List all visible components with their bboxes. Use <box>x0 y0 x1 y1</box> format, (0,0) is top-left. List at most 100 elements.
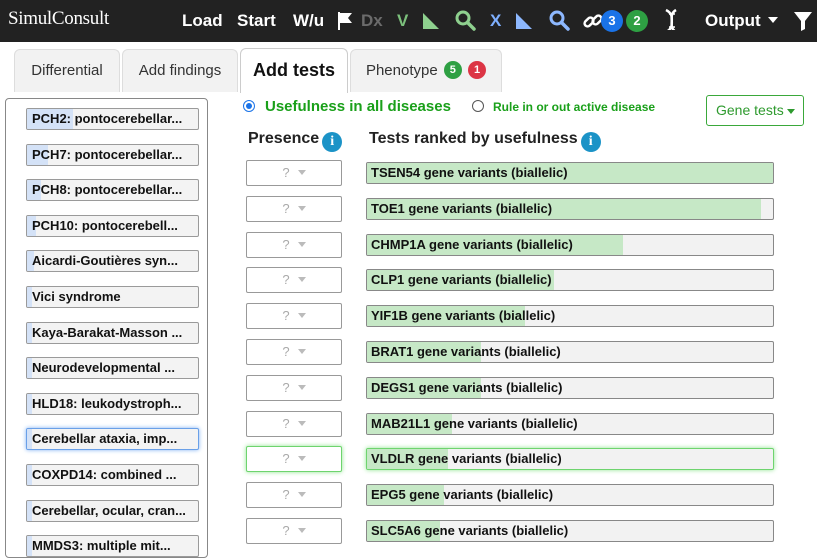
info-icon[interactable]: i <box>322 132 343 152</box>
test-label: EPG5 gene variants (biallelic) <box>371 487 554 503</box>
diagnosis-label: COXPD14: combined ... <box>32 467 177 482</box>
diagnosis-item[interactable]: Vici syndrome <box>26 286 199 308</box>
phenotype-badge-green: 5 <box>443 61 462 79</box>
diagnosis-label: MMDS3: multiple mit... <box>32 538 171 554</box>
usefulness-all-radio[interactable] <box>243 100 255 112</box>
diagnosis-label: PCH2: pontocerebellar... <box>32 111 183 126</box>
presence-value: ? <box>282 272 290 288</box>
presence-header: Presence i <box>248 130 343 152</box>
diagnosis-label: Cerebellar, ocular, cran... <box>32 502 186 518</box>
test-label: YIF1B gene variants (biallelic) <box>371 308 556 324</box>
caret-down-icon <box>297 205 306 211</box>
count-badge-blue[interactable]: 3 <box>601 10 623 32</box>
test-item[interactable]: MAB21L1 gene variants (biallelic) <box>366 412 774 435</box>
presence-select[interactable]: ? <box>246 410 342 437</box>
diagnosis-label: Vici syndrome <box>32 289 121 304</box>
search-blue-icon[interactable] <box>548 9 570 31</box>
diagnosis-label: Aicardi-Goutières syn... <box>32 253 178 269</box>
diagnosis-item[interactable]: COXPD14: combined ... <box>26 464 199 486</box>
top-navbar: SimulConsult Load Start W/u Dx V X 3 2 O… <box>0 0 817 42</box>
presence-value: ? <box>282 200 290 216</box>
output-label: Output <box>705 11 761 30</box>
caret-down-icon <box>297 313 306 319</box>
rule-in-out-radio[interactable] <box>472 100 484 112</box>
caret-down-icon <box>297 170 306 175</box>
presence-value: ? <box>282 487 290 503</box>
info-icon[interactable]: i <box>580 132 601 152</box>
diagnosis-label: PCH8: pontocerebellar... <box>32 182 183 198</box>
diagnosis-item[interactable]: HLD18: leukodystroph... <box>26 392 199 415</box>
tab-phenotype[interactable]: Phenotype 5 1 <box>350 49 502 92</box>
presence-select[interactable]: ? <box>246 446 342 473</box>
presence-select[interactable]: ? <box>246 231 342 258</box>
flag-icon[interactable] <box>336 11 354 33</box>
output-menu[interactable]: Output <box>705 0 779 42</box>
diagnosis-item[interactable]: PCH8: pontocerebellar... <box>26 179 199 202</box>
diagnosis-label: Kaya-Barakat-Masson ... <box>32 324 183 340</box>
diagnosis-item[interactable]: MMDS3: multiple mit... <box>26 535 199 557</box>
test-item[interactable]: TOE1 gene variants (biallelic) <box>366 197 774 220</box>
differential-diagnosis-list[interactable]: PCH2: pontocerebellar... PCH7: pontocereb… <box>5 98 208 558</box>
corner-triangle-green-icon[interactable] <box>422 12 440 34</box>
diagnosis-item[interactable]: PCH2: pontocerebellar... <box>26 108 199 130</box>
diagnosis-item[interactable]: Kaya-Barakat-Masson ... <box>26 321 199 344</box>
test-label: VLDLR gene variants (biallelic) <box>371 451 562 467</box>
count-badge-green[interactable]: 2 <box>626 10 648 32</box>
rule-in-out-label[interactable]: Rule in or out active disease <box>493 100 655 114</box>
test-item[interactable]: EPG5 gene variants (biallelic) <box>366 484 774 507</box>
dx-button[interactable]: Dx <box>361 0 383 42</box>
test-item[interactable]: YIF1B gene variants (biallelic) <box>366 305 774 328</box>
presence-header-label: Presence <box>248 130 320 147</box>
presence-value: ? <box>282 523 290 538</box>
presence-select[interactable]: ? <box>246 195 342 222</box>
corner-triangle-blue-icon[interactable] <box>515 12 533 34</box>
presence-select[interactable]: ? <box>246 518 342 544</box>
wu-button[interactable]: W/u <box>293 0 324 42</box>
diagnosis-item[interactable]: Cerebellar ataxia, imp... <box>26 428 199 451</box>
diagnosis-item[interactable]: Aicardi-Goutières syn... <box>26 250 199 273</box>
presence-select[interactable]: ? <box>246 482 342 509</box>
load-button[interactable]: Load <box>182 0 223 42</box>
diagnosis-label: PCH10: pontocerebell... <box>32 217 178 233</box>
test-item[interactable]: BRAT1 gene variants (biallelic) <box>366 341 774 363</box>
diagnosis-item[interactable]: PCH7: pontocerebellar... <box>26 143 199 166</box>
presence-value: ? <box>282 415 290 431</box>
search-green-icon[interactable] <box>454 9 476 31</box>
test-label: MAB21L1 gene variants (biallelic) <box>371 415 578 431</box>
test-item[interactable]: SLC5A6 gene variants (biallelic) <box>366 520 774 542</box>
caret-down-icon <box>297 492 306 498</box>
presence-select[interactable]: ? <box>246 339 342 365</box>
gene-tests-label: Gene tests <box>716 102 784 118</box>
test-item[interactable]: CHMP1A gene variants (biallelic) <box>366 233 774 256</box>
tab-add-findings[interactable]: Add findings <box>122 49 238 92</box>
presence-select[interactable]: ? <box>246 303 342 330</box>
test-item[interactable]: CLP1 gene variants (biallelic) <box>366 269 774 292</box>
caret-down-icon <box>297 420 306 426</box>
test-label: TSEN54 gene variants (biallelic) <box>371 165 568 180</box>
test-item[interactable]: TSEN54 gene variants (biallelic) <box>366 162 774 184</box>
test-label: SLC5A6 gene variants (biallelic) <box>371 523 569 538</box>
caret-down-icon <box>297 349 306 354</box>
tests-ranked-header: Tests ranked by usefulness i <box>369 130 601 152</box>
dna-icon[interactable] <box>661 8 683 30</box>
tab-add-tests[interactable]: Add tests <box>240 48 348 93</box>
diagnosis-item[interactable]: Neurodevelopmental ... <box>26 357 199 380</box>
v-button[interactable]: V <box>397 0 408 42</box>
start-button[interactable]: Start <box>237 0 276 42</box>
presence-select[interactable]: ? <box>246 267 342 294</box>
presence-value: ? <box>282 165 290 180</box>
diagnosis-label: PCH7: pontocerebellar... <box>32 146 183 162</box>
filter-icon[interactable] <box>793 10 813 32</box>
diagnosis-item[interactable]: PCH10: pontocerebell... <box>26 214 199 237</box>
presence-select[interactable]: ? <box>246 374 342 401</box>
usefulness-all-label[interactable]: Usefulness in all diseases <box>265 98 451 115</box>
tab-differential[interactable]: Differential <box>14 49 120 92</box>
diagnosis-item[interactable]: Cerebellar, ocular, cran... <box>26 499 199 522</box>
gene-tests-dropdown[interactable]: Gene tests <box>706 95 804 126</box>
presence-select[interactable]: ? <box>246 160 342 186</box>
caret-down-icon <box>297 241 306 247</box>
app-logo[interactable]: SimulConsult <box>8 8 109 30</box>
test-item[interactable]: VLDLR gene variants (biallelic) <box>366 448 774 471</box>
test-item[interactable]: DEGS1 gene variants (biallelic) <box>366 376 774 399</box>
x-button[interactable]: X <box>490 0 501 42</box>
